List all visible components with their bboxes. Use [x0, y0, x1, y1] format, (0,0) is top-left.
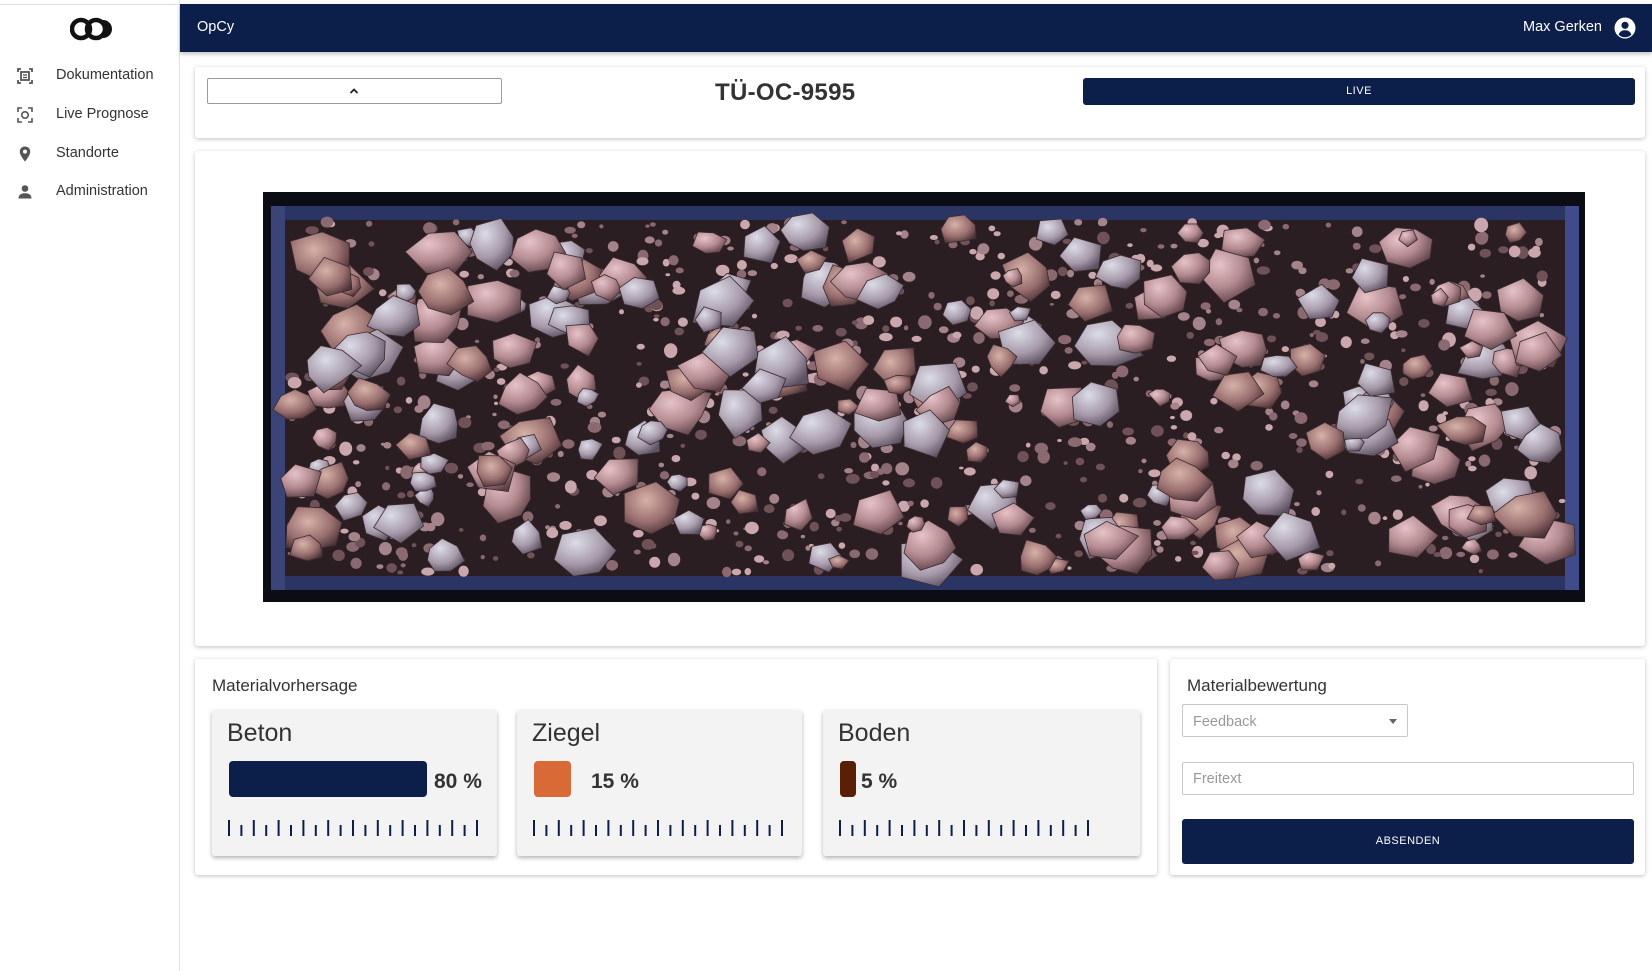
- map-pin-icon: [16, 145, 34, 163]
- material-name: Ziegel: [532, 719, 601, 747]
- device-id-title: TÜ-OC-9595: [715, 79, 856, 106]
- material-percentage: 80 %: [434, 770, 482, 793]
- conveyor-image-card: [195, 151, 1645, 646]
- feedback-select[interactable]: Feedback: [1182, 704, 1408, 737]
- feedback-select-value: Feedback: [1193, 714, 1257, 730]
- section-title: Materialvorhersage: [212, 676, 358, 695]
- rock-material-image: [263, 192, 1585, 602]
- account-circle-icon[interactable]: [1614, 17, 1636, 39]
- material-name: Boden: [838, 719, 911, 747]
- top-app-bar: OpCy Max Gerken: [180, 4, 1652, 52]
- material-bar: [229, 761, 427, 797]
- person-icon: [16, 183, 34, 201]
- material-card-ziegel: Ziegel 15 %: [517, 710, 802, 856]
- device-header-card: TÜ-OC-9595 LIVE: [195, 67, 1645, 138]
- chevron-up-icon: [347, 84, 361, 98]
- section-title: Materialbewertung: [1187, 676, 1327, 695]
- sidebar-item-standorte[interactable]: Standorte: [0, 136, 180, 172]
- sidebar-item-label: Administration: [56, 183, 148, 199]
- material-rating-card: Materialbewertung Feedback ABSENDEN: [1170, 659, 1645, 875]
- document-scan-icon: [16, 67, 34, 85]
- material-prediction-card: Materialvorhersage Beton 80 % Ziegel 15 …: [195, 659, 1157, 875]
- scale-ticks: [533, 820, 783, 836]
- divider: [0, 4, 180, 5]
- dropdown-arrow-icon: [1389, 719, 1397, 724]
- sidebar-item-label: Dokumentation: [56, 67, 154, 83]
- material-card-beton: Beton 80 %: [212, 710, 497, 856]
- sidebar-item-administration[interactable]: Administration: [0, 174, 180, 210]
- device-select[interactable]: [207, 78, 502, 104]
- submit-button[interactable]: ABSENDEN: [1182, 819, 1634, 864]
- app-title: OpCy: [197, 19, 235, 35]
- user-name[interactable]: Max Gerken: [1523, 19, 1602, 35]
- sidebar-item-label: Standorte: [56, 145, 119, 161]
- scale-ticks: [839, 820, 1089, 836]
- material-bar: [534, 761, 571, 797]
- sidebar-item-label: Live Prognose: [56, 106, 149, 122]
- scale-ticks: [228, 820, 478, 836]
- sidebar: Dokumentation Live Prognose Standorte Ad…: [0, 0, 180, 971]
- material-card-boden: Boden 5 %: [823, 710, 1140, 856]
- freitext-input[interactable]: [1182, 762, 1634, 795]
- material-bar: [840, 761, 856, 797]
- material-name: Beton: [227, 719, 293, 747]
- material-percentage: 5 %: [861, 770, 898, 793]
- logo-icon[interactable]: [69, 14, 114, 44]
- live-button[interactable]: LIVE: [1083, 78, 1635, 105]
- camera-scan-icon: [16, 106, 34, 124]
- sidebar-item-live-prognose[interactable]: Live Prognose: [0, 97, 180, 133]
- sidebar-item-dokumentation[interactable]: Dokumentation: [0, 58, 180, 94]
- material-percentage: 15 %: [591, 770, 639, 793]
